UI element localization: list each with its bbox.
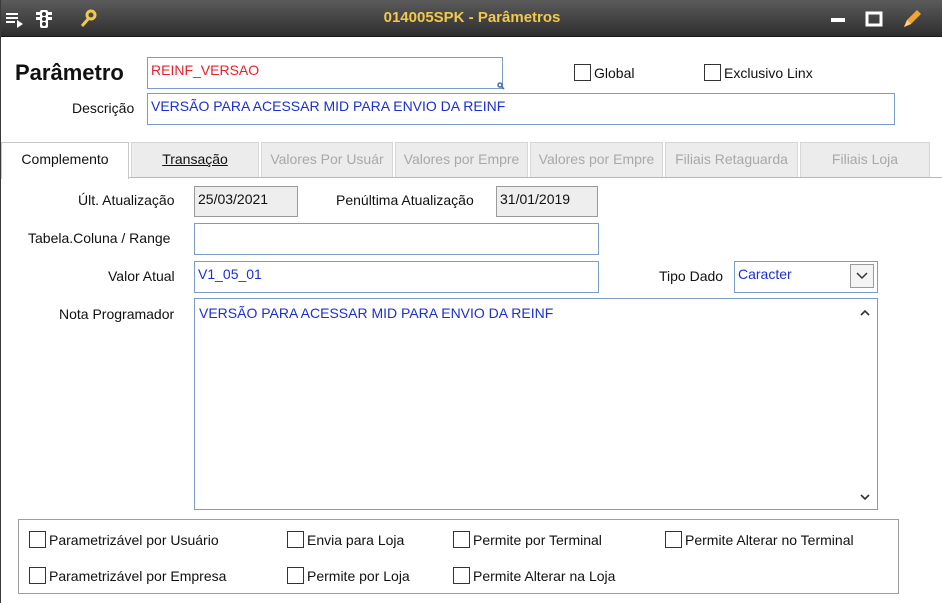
exclusivo-linx-checkbox[interactable]: Exclusivo Linx (704, 64, 813, 81)
alterar-loja-label: Permite Alterar na Loja (473, 567, 616, 584)
tab-valores-empresa-2[interactable]: Valores por Empre (530, 142, 663, 177)
pencil-icon[interactable] (901, 8, 923, 30)
tab-valores-usuario-label: Valores Por Usuár (270, 151, 384, 167)
tab-valores-empresa-1[interactable]: Valores por Empre (395, 142, 528, 177)
global-label: Global (594, 64, 635, 81)
valor-atual-input[interactable]: V1_05_01 (194, 261, 599, 293)
scroll-up-icon[interactable] (859, 307, 871, 319)
parametro-input[interactable]: REINF_VERSAO (147, 57, 503, 89)
envia-loja-checkbox[interactable]: Envia para Loja (287, 531, 404, 548)
tab-filiais-loja[interactable]: Filiais Loja (800, 142, 930, 177)
maximize-icon[interactable] (863, 8, 885, 30)
param-usuario-label: Parametrizável por Usuário (49, 531, 219, 548)
global-box[interactable] (574, 64, 591, 81)
exclusivo-linx-label: Exclusivo Linx (724, 64, 813, 81)
tabela-coluna-input[interactable] (194, 223, 599, 255)
permite-terminal-box[interactable] (453, 531, 470, 548)
permite-terminal-checkbox[interactable]: Permite por Terminal (453, 531, 602, 548)
tab-valores-empresa-2-label: Valores por Empre (538, 151, 655, 167)
envia-loja-box[interactable] (287, 531, 304, 548)
param-empresa-label: Parametrizável por Empresa (49, 567, 227, 584)
chevron-down-icon (856, 272, 868, 280)
permite-terminal-label: Permite por Terminal (473, 531, 602, 548)
tabela-coluna-label: Tabela.Coluna / Range (28, 230, 171, 246)
penultima-atualizacao-field: 31/01/2019 (496, 186, 598, 217)
nota-programador-text: VERSÃO PARA ACESSAR MID PARA ENVIO DA RE… (199, 305, 554, 321)
tab-filiais-retaguarda-label: Filiais Retaguarda (675, 151, 788, 167)
penultima-atualizacao-label: Penúltima Atualização (336, 192, 474, 208)
tipo-dado-label: Tipo Dado (659, 268, 724, 284)
alterar-loja-box[interactable] (453, 567, 470, 584)
alterar-terminal-box[interactable] (665, 531, 682, 548)
scroll-down-icon[interactable] (859, 491, 871, 503)
param-usuario-box[interactable] (29, 531, 46, 548)
permite-loja-label: Permite por Loja (307, 567, 410, 584)
tab-valores-empresa-1-label: Valores por Empre (403, 151, 520, 167)
param-empresa-box[interactable] (29, 567, 46, 584)
envia-loja-label: Envia para Loja (307, 531, 405, 548)
param-usuario-checkbox[interactable]: Parametrizável por Usuário (29, 531, 219, 548)
title-bar: 014005SPK - Parâmetros (1, 0, 942, 37)
exclusivo-linx-box[interactable] (704, 64, 721, 81)
permite-loja-box[interactable] (287, 567, 304, 584)
global-checkbox[interactable]: Global (574, 64, 634, 81)
tipo-dado-dropdown-button[interactable] (850, 264, 874, 288)
tab-transacao[interactable]: Transação (131, 142, 259, 177)
parametro-label: Parâmetro (15, 60, 124, 85)
tab-filiais-retaguarda[interactable]: Filiais Retaguarda (665, 142, 798, 177)
permite-loja-checkbox[interactable]: Permite por Loja (287, 567, 410, 584)
tab-transacao-label: Transação (162, 151, 228, 167)
param-empresa-checkbox[interactable]: Parametrizável por Empresa (29, 567, 226, 584)
valor-atual-label: Valor Atual (108, 268, 175, 284)
minimize-icon[interactable] (827, 8, 849, 30)
descricao-label: Descrição (72, 100, 135, 116)
parametros-window: 014005SPK - Parâmetros Parâmetro REINF_V… (0, 0, 942, 603)
tab-filiais-loja-label: Filiais Loja (831, 151, 899, 167)
ult-atualizacao-field: 25/03/2021 (194, 186, 298, 217)
ult-atualizacao-label: Últ. Atualização (78, 192, 175, 208)
nota-programador-textarea[interactable]: VERSÃO PARA ACESSAR MID PARA ENVIO DA RE… (194, 298, 878, 510)
nota-programador-label: Nota Programador (59, 306, 175, 322)
tab-valores-usuario[interactable]: Valores Por Usuár (261, 142, 393, 177)
tab-complemento-label: Complemento (21, 151, 109, 167)
descricao-input[interactable]: VERSÃO PARA ACESSAR MID PARA ENVIO DA RE… (147, 93, 895, 125)
alterar-terminal-checkbox[interactable]: Permite Alterar no Terminal (665, 531, 854, 548)
lookup-icon[interactable] (497, 82, 505, 90)
alterar-loja-checkbox[interactable]: Permite Alterar na Loja (453, 567, 615, 584)
alterar-terminal-label: Permite Alterar no Terminal (685, 531, 854, 548)
tab-complemento[interactable]: Complemento (1, 142, 129, 179)
window-title: 014005SPK - Parâmetros (383, 9, 561, 26)
